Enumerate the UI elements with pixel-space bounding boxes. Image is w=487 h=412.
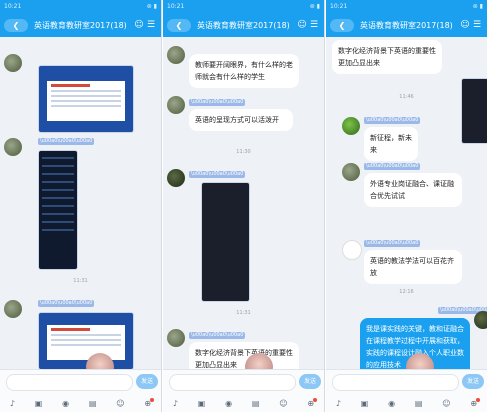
chat-header: ❮ 英语教育教研室2017(18) ☺ ☰	[163, 13, 324, 37]
image-icon[interactable]: ▣	[198, 399, 206, 408]
status-time: 10:21	[330, 3, 348, 10]
emoji-icon[interactable]: ☺	[116, 399, 124, 408]
voice-icon[interactable]: ♪	[336, 399, 341, 408]
avatar[interactable]	[4, 54, 22, 72]
message-bubble[interactable]: 英语的教法学法可以百花齐放	[364, 250, 462, 284]
group-members-icon[interactable]: ☺	[459, 20, 471, 30]
image-message[interactable]	[38, 65, 134, 133]
status-signal: ⊚ ▮	[146, 3, 157, 10]
message-bubble[interactable]: 英语的呈现方式可以活泼开	[189, 109, 293, 131]
send-button[interactable]: 发送	[299, 374, 321, 389]
chat-screen-2: 10:21 ⊚ ▮ ❮ 英语教育教研室2017(18) ☺ ☰ 教师要开阔眼界，…	[163, 0, 325, 412]
camera-icon[interactable]: ◉	[388, 399, 395, 408]
message-bubble[interactable]: 数字化经济背景下英语的重要性更加凸显出来	[332, 40, 442, 74]
sender-name: \u00a0\u00a0\u00a0	[38, 138, 95, 145]
sender-name: \u00a0\u00a0\u00a0	[38, 300, 95, 307]
status-bar: 10:21 ⊚ ▮	[326, 0, 487, 13]
sender-name: \u00a0\u00a0\u00a0	[189, 99, 246, 106]
timestamp: 11:31	[236, 310, 251, 316]
chat-header: ❮ 英语教育教研室2017(18) ☺ ☰	[0, 13, 161, 37]
menu-icon[interactable]: ☰	[145, 20, 157, 30]
sender-name: \u00a0\u00a0\u00a0	[364, 117, 421, 124]
image-message[interactable]	[461, 78, 487, 144]
more-icon[interactable]: ⊕	[470, 397, 480, 408]
avatar[interactable]	[474, 311, 487, 329]
message-input[interactable]	[332, 374, 459, 391]
message-bubble[interactable]: 新征程，新未来	[364, 127, 418, 161]
image-message[interactable]	[38, 150, 78, 270]
voice-icon[interactable]: ♪	[173, 399, 178, 408]
timestamp: 12:16	[399, 289, 414, 295]
image-message[interactable]	[201, 182, 250, 302]
status-bar: 10:21 ⊚ ▮	[0, 0, 161, 13]
avatar[interactable]	[342, 117, 360, 135]
sender-name: \u00a0\u00a0\u00a0	[189, 171, 246, 178]
avatar[interactable]	[167, 96, 185, 114]
status-signal: ⊚ ▮	[309, 3, 320, 10]
avatar[interactable]	[4, 138, 22, 156]
emoji-icon[interactable]: ☺	[442, 399, 450, 408]
file-icon[interactable]: ▤	[252, 399, 260, 408]
emoji-icon[interactable]: ☺	[279, 399, 287, 408]
chat-screen-1: 10:21 ⊚ ▮ ❮ 英语教育教研室2017(18) ☺ ☰ \u00a0\u…	[0, 0, 162, 412]
back-button[interactable]: ❮	[4, 18, 28, 32]
chat-screen-3: 10:21 ⊚ ▮ ❮ 英语教育教研室2017(18) ☺ ☰ 数字化经济背景下…	[326, 0, 487, 412]
menu-icon[interactable]: ☰	[308, 20, 320, 30]
avatar[interactable]	[342, 163, 360, 181]
chat-toolbar: ♪ ▣ ◉ ▤ ☺ ⊕	[163, 394, 324, 412]
send-button[interactable]: 发送	[462, 374, 484, 389]
message-list[interactable]: 教师要开阔眼界，有什么样的老师就会有什么样的学生 \u00a0\u00a0\u0…	[163, 37, 324, 381]
input-bar: 发送	[0, 369, 161, 394]
avatar[interactable]	[167, 329, 185, 347]
avatar[interactable]	[4, 300, 22, 318]
status-signal: ⊚ ▮	[472, 3, 483, 10]
group-members-icon[interactable]: ☺	[133, 20, 145, 30]
message-bubble[interactable]: 外语专业岗证融合、课证融合优先试试	[364, 173, 462, 207]
avatar[interactable]	[167, 46, 185, 64]
status-bar: 10:21 ⊚ ▮	[163, 0, 324, 13]
input-bar: 发送	[326, 369, 487, 394]
status-time: 10:21	[167, 3, 185, 10]
image-icon[interactable]: ▣	[361, 399, 369, 408]
message-input[interactable]	[169, 374, 296, 391]
send-button[interactable]: 发送	[136, 374, 158, 389]
camera-icon[interactable]: ◉	[62, 399, 69, 408]
timestamp: 11:31	[73, 278, 88, 284]
group-title: 英语教育教研室2017(18)	[34, 20, 127, 30]
sender-name: \u00a0\u00a0\u00a0	[364, 163, 421, 170]
group-members-icon[interactable]: ☺	[296, 20, 308, 30]
sender-name: \u00a0\u00a0\u00a0	[364, 240, 421, 247]
image-icon[interactable]: ▣	[35, 399, 43, 408]
message-list[interactable]: \u00a0\u00a0\u00a0 11:31 \u00a0\u00a0\u0…	[0, 37, 161, 381]
message-bubble[interactable]: 教师要开阔眼界，有什么样的老师就会有什么样的学生	[189, 54, 299, 88]
status-time: 10:21	[4, 3, 22, 10]
more-icon[interactable]: ⊕	[144, 397, 154, 408]
group-title: 英语教育教研室2017(18)	[197, 20, 290, 30]
file-icon[interactable]: ▤	[415, 399, 423, 408]
menu-icon[interactable]: ☰	[471, 20, 483, 30]
timestamp: 11:30	[236, 149, 251, 155]
group-title: 英语教育教研室2017(18)	[360, 20, 453, 30]
input-bar: 发送	[163, 369, 324, 394]
back-button[interactable]: ❮	[330, 18, 354, 32]
camera-icon[interactable]: ◉	[225, 399, 232, 408]
chat-header: ❮ 英语教育教研室2017(18) ☺ ☰	[326, 13, 487, 37]
message-list[interactable]: 数字化经济背景下英语的重要性更加凸显出来 11:46 \u00a0\u00a0\…	[326, 37, 487, 382]
chat-toolbar: ♪ ▣ ◉ ▤ ☺ ⊕	[326, 394, 487, 412]
more-icon[interactable]: ⊕	[307, 397, 317, 408]
chat-toolbar: ♪ ▣ ◉ ▤ ☺ ⊕	[0, 394, 161, 412]
avatar[interactable]	[342, 240, 362, 260]
sender-name: \u00a0\u00a0\u00a0	[189, 332, 246, 339]
avatar[interactable]	[167, 169, 185, 187]
voice-icon[interactable]: ♪	[10, 399, 15, 408]
back-button[interactable]: ❮	[167, 18, 191, 32]
message-input[interactable]	[6, 374, 133, 391]
file-icon[interactable]: ▤	[89, 399, 97, 408]
